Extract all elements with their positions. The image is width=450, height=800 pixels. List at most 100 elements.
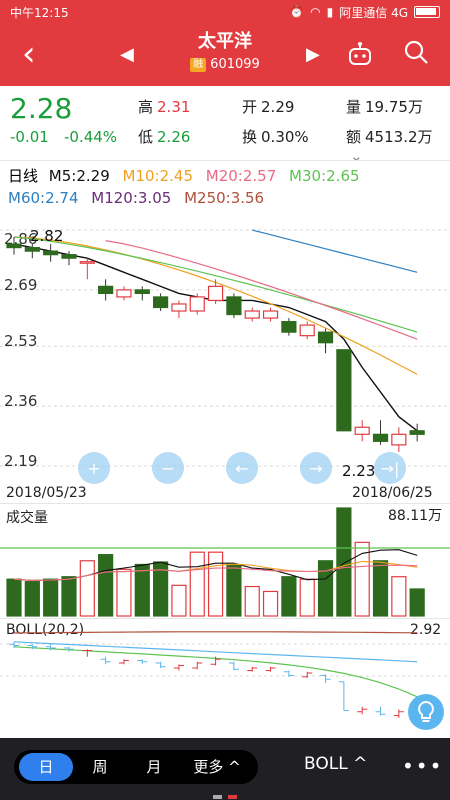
prev-stock-triangle-icon[interactable]: ◀ (120, 44, 134, 65)
ma20-label: M20:2.57 (205, 167, 277, 185)
stock-code: 601099 (210, 57, 260, 72)
tab-more[interactable]: 更多 ^ (181, 753, 253, 781)
ma60-line (252, 229, 418, 273)
candle-body (409, 430, 425, 435)
boll-chart (0, 631, 450, 718)
tab-week[interactable]: 周 (73, 753, 127, 781)
volume-bar (207, 551, 224, 617)
carrier-label: 阿里通信 4G (339, 5, 408, 20)
volume-cell: 量 19.75万 (346, 96, 423, 117)
candle-body (189, 296, 205, 312)
last-price: 2.28 (10, 92, 73, 125)
candlestick-chart[interactable]: 2.862.692.532.362.192.822.23+ − ← → →| (0, 214, 450, 504)
low-value: 2.26 (157, 128, 191, 146)
price-change: -0.01 (10, 128, 49, 146)
candle-body (226, 296, 242, 316)
volume-bar (262, 590, 279, 617)
search-icon[interactable] (402, 38, 430, 66)
volume-bar (226, 563, 242, 617)
turnover-cell: 换 0.30% (242, 126, 309, 147)
candle-body (336, 349, 352, 432)
boll-upper-line (13, 631, 418, 634)
candle-body (43, 250, 59, 256)
volume-bar (336, 507, 352, 617)
open-label: 开 (242, 98, 258, 116)
low-label: 低 (138, 128, 154, 146)
signal-icon: ▮ (326, 5, 334, 19)
status-time: 中午12:15 (10, 5, 69, 20)
volume-bar (116, 568, 132, 617)
volume-bar (43, 578, 59, 617)
lightbulb-tip-button[interactable] (408, 694, 444, 730)
y-tick-label: 2.69 (4, 276, 37, 294)
amount-value: 4513.2万 (365, 128, 433, 146)
indicator-selector[interactable]: BOLL ^ (304, 754, 367, 774)
candle-body (153, 296, 169, 309)
alarm-icon: ⏰ (289, 5, 305, 19)
candle-body (171, 303, 187, 312)
high-annotation: 2.82 (30, 227, 63, 245)
pan-right-icon-glyph: → (309, 459, 322, 478)
candle-body (354, 426, 370, 435)
x-end-date: 2018/06/25 (352, 485, 433, 501)
candle-body (134, 289, 150, 295)
quote-panel: 2.28 -0.01 -0.44% 高 2.31 低 2.26 开 2.29 换 0.3… (0, 86, 450, 165)
stock-name: 太平洋 (198, 31, 252, 52)
open-value: 2.29 (261, 98, 295, 116)
pan-left-icon-glyph: ← (235, 459, 248, 478)
ma250-label: M250:3.56 (184, 189, 265, 207)
volume-bar (244, 585, 260, 617)
back-chevron-icon[interactable]: ‹ (22, 34, 36, 74)
price-change-pct: -0.44% (64, 128, 118, 146)
nav-bar: ‹ ◀ 太平洋 融 601099 ▶ (0, 24, 450, 86)
candle-body (299, 324, 315, 337)
status-bar: 中午12:15 ⏰ ◠ ▮ 阿里通信 4G (0, 0, 450, 24)
bottom-toolbar: 日 周 月 更多 ^ BOLL ^ ••• (0, 738, 450, 800)
boll-lower-line (13, 646, 418, 698)
tab-month[interactable]: 月 (127, 753, 181, 781)
volume-bar (372, 560, 389, 617)
amount-label: 额 (346, 128, 362, 146)
high-cell: 高 2.31 (138, 96, 190, 117)
tab-day[interactable]: 日 (19, 753, 73, 781)
volume-bar (189, 551, 205, 617)
volume-bar (171, 584, 187, 617)
ma5-line (13, 243, 418, 432)
pan-end-icon-glyph: →| (381, 459, 400, 478)
volume-bar (6, 578, 22, 617)
ma-legend-row-1: 日线 M5:2.29 M10:2.45 M20:2.57 M30:2.65 (8, 166, 360, 186)
turnover-value: 0.30% (261, 128, 309, 146)
nav-indicator (213, 795, 237, 799)
zoom-in-icon-glyph: + (87, 459, 100, 478)
y-tick-label: 2.19 (4, 452, 37, 470)
y-tick-label: 2.36 (4, 392, 37, 410)
ma120-label: M120:3.05 (91, 189, 172, 207)
y-tick-label: 2.53 (4, 332, 37, 350)
ma-period: 日线 (8, 167, 39, 185)
candle-body (281, 320, 297, 333)
candle-body (317, 331, 334, 344)
candle-body (24, 247, 40, 252)
ma30-label: M30:2.65 (289, 167, 360, 185)
ma-legend-row-2: M60:2.74 M120:3.05 M250:3.56 (8, 188, 264, 208)
candle-body (98, 285, 114, 295)
lightbulb-icon (418, 700, 434, 722)
low-cell: 低 2.26 (138, 126, 190, 147)
volume-bar (134, 563, 150, 617)
high-value: 2.31 (157, 98, 191, 116)
ma5-label: M5:2.29 (48, 167, 110, 185)
battery-icon (414, 6, 440, 18)
robot-assistant-icon[interactable] (346, 40, 374, 68)
candle-body (391, 433, 407, 446)
volume-label: 量 (346, 98, 362, 116)
low-annotation: 2.23 (342, 462, 375, 480)
volume-bar (409, 588, 425, 617)
expand-chevron-icon[interactable]: ⌄ (350, 147, 363, 165)
next-stock-triangle-icon[interactable]: ▶ (306, 44, 320, 65)
volume-chart (0, 507, 450, 617)
candle-body (372, 433, 389, 442)
candle-body (61, 254, 77, 259)
ma10-label: M10:2.45 (122, 167, 193, 185)
ma60-label: M60:2.74 (8, 189, 79, 207)
more-options-icon[interactable]: ••• (402, 754, 443, 778)
